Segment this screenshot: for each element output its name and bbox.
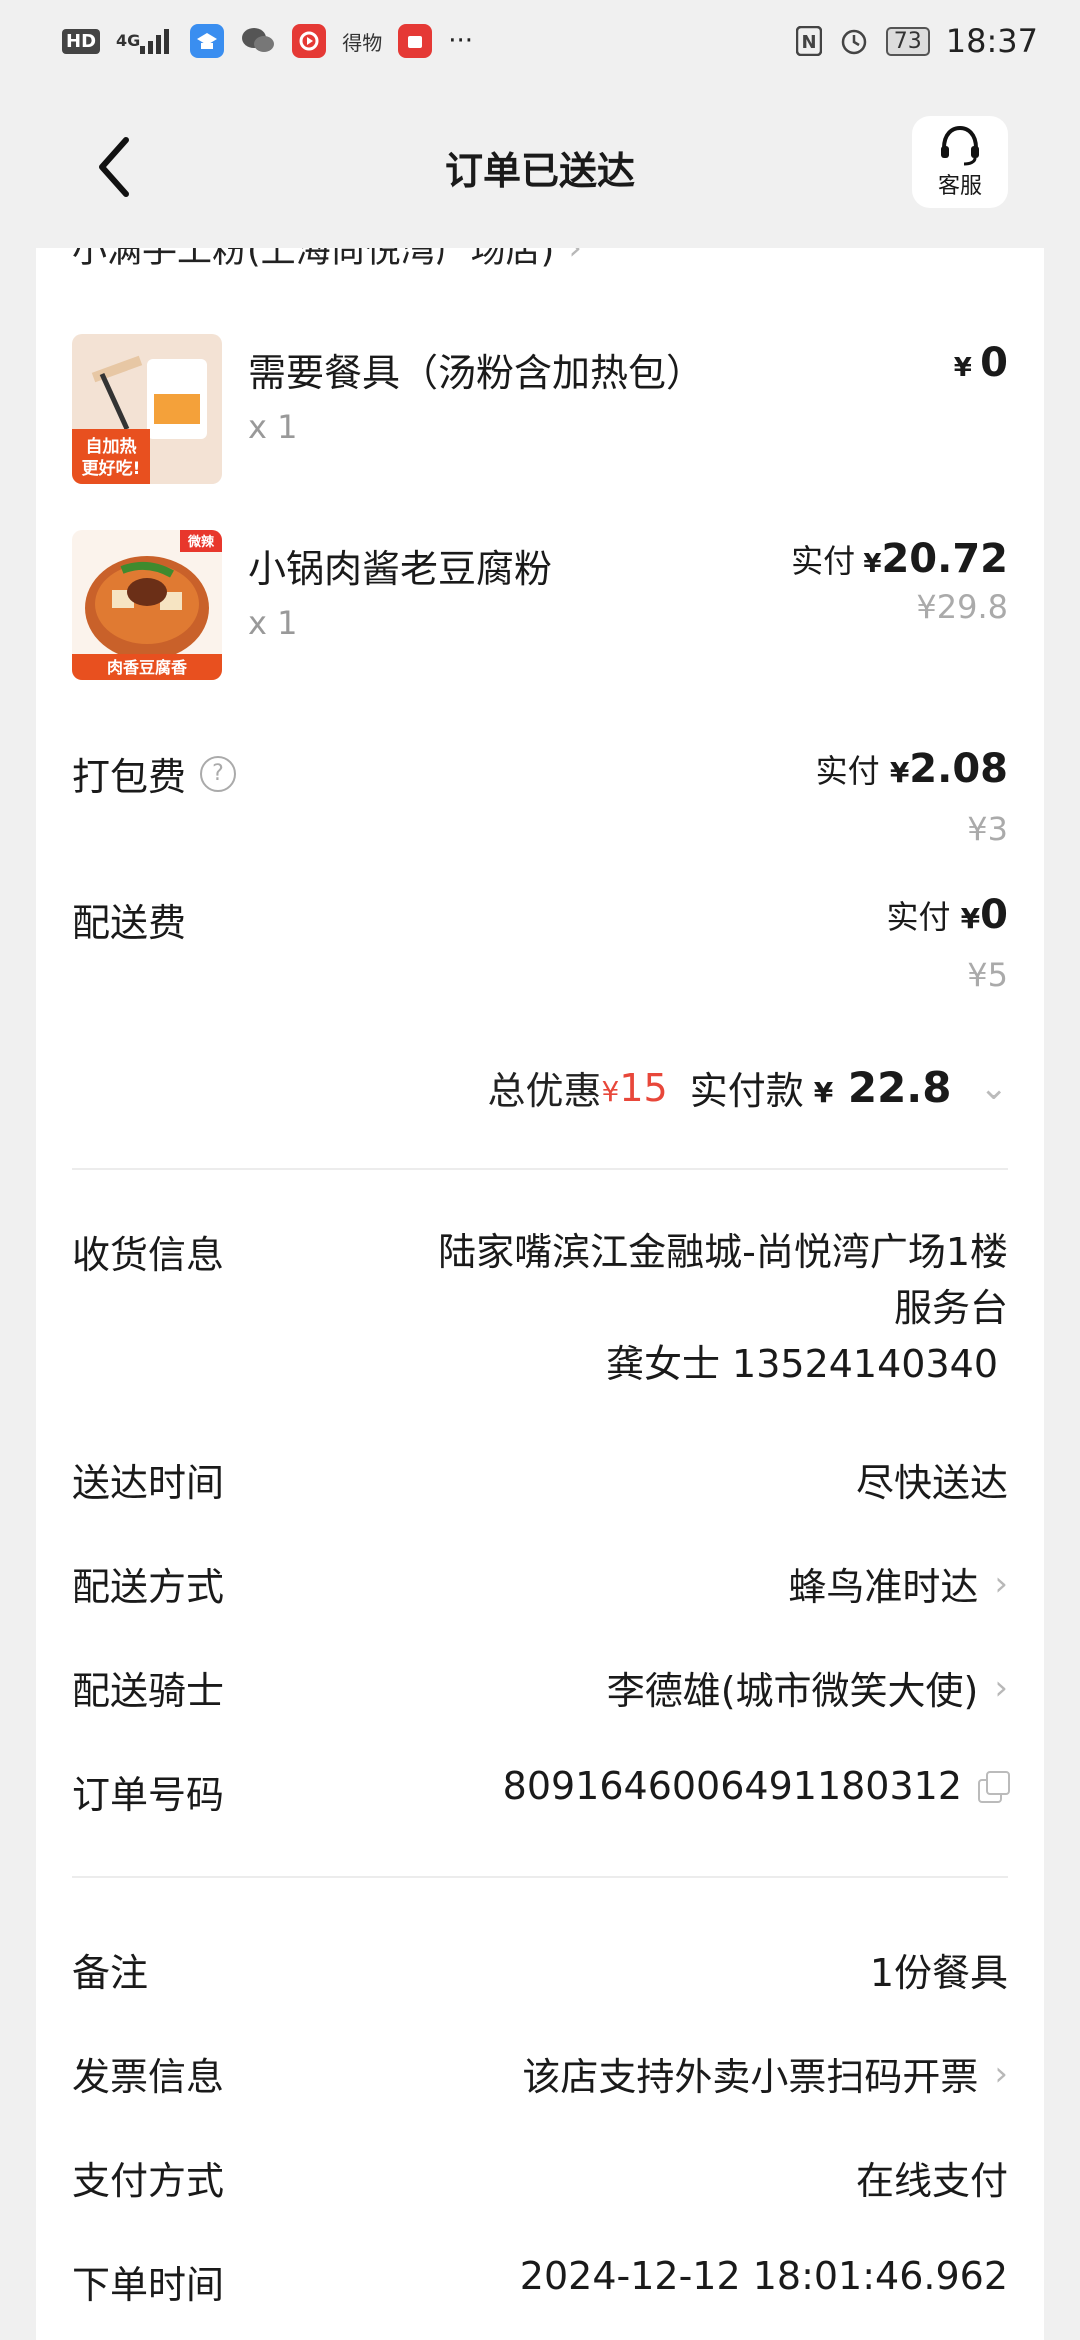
shop-name-link[interactable]: 小满手工粉(上海尚悦湾广场店) ›	[72, 248, 582, 273]
divider	[72, 1876, 1008, 1878]
svg-text:肉香豆腐香: 肉香豆腐香	[107, 658, 188, 677]
shop-name: 小满手工粉(上海尚悦湾广场店)	[72, 248, 555, 271]
currency-symbol: ¥	[889, 756, 910, 789]
packing-fee-paid: 2.08	[909, 746, 1008, 792]
payment-method-value: 在线支付	[855, 2159, 1008, 2203]
hd-icon: HD	[62, 28, 101, 54]
item-price-value: 0	[980, 340, 1008, 386]
clock-time: 18:37	[945, 22, 1038, 60]
payment-method-label: 支付方式	[72, 2159, 225, 2203]
shipping-info-label: 收货信息	[72, 1233, 225, 1277]
help-icon[interactable]: ?	[200, 755, 237, 792]
battery-icon: 73	[885, 26, 930, 56]
delivery-fee-label: 配送费	[72, 901, 187, 945]
delivery-fee-original: ¥5	[967, 956, 1008, 994]
order-total-row[interactable]: 总优惠 ¥15 实付款 ¥ 22.8 ⌄	[488, 1060, 1008, 1115]
total-discount: ¥15	[602, 1066, 668, 1110]
video-app-icon	[292, 24, 327, 58]
status-bar-right: N 73 18:37	[795, 22, 1038, 60]
order-number-label: 订单号码	[72, 1773, 225, 1817]
total-paid-value: 22.8	[847, 1063, 952, 1112]
paid-label: 实付	[886, 898, 951, 936]
page-header: 订单已送达 客服	[0, 96, 1080, 236]
item-name: 小锅肉酱老豆腐粉	[248, 547, 553, 591]
delivery-fee-paid: 0	[980, 892, 1008, 938]
currency-symbol: ¥	[601, 1074, 620, 1108]
item-quantity: x 1	[248, 604, 298, 642]
shopping-app-icon	[398, 24, 433, 58]
address-line: 服务台	[893, 1286, 1008, 1330]
item-price-value: 20.72	[881, 536, 1008, 582]
order-item[interactable]: 自加热 更好吃! 需要餐具（汤粉含加热包） x 1 ¥ 0	[72, 334, 1008, 484]
order-number-value: 8091646006491180312	[502, 1764, 962, 1808]
packing-fee-original: ¥3	[967, 810, 1008, 848]
paid-label: 实付	[791, 542, 856, 580]
customer-service-label: 客服	[937, 174, 982, 199]
order-item[interactable]: 微辣 肉香豆腐香 小锅肉酱老豆腐粉 x 1 实付 ¥20.72 ¥29.8	[72, 530, 1008, 680]
signal-bars-icon	[140, 29, 170, 54]
item-thumbnail: 自加热 更好吃!	[72, 334, 222, 484]
rider-label: 配送骑士	[72, 1669, 225, 1713]
wechat-icon	[240, 26, 276, 56]
customer-service-button[interactable]: 客服	[912, 116, 1008, 208]
headset-icon	[941, 125, 979, 166]
currency-symbol: ¥	[813, 1076, 834, 1109]
original-price: ¥29.8	[916, 588, 1008, 626]
remark-label: 备注	[72, 1951, 149, 1995]
total-discount-value: 15	[619, 1065, 668, 1110]
total-discount-label: 总优惠	[487, 1069, 602, 1113]
chevron-right-icon: ›	[568, 248, 582, 268]
currency-symbol: ¥	[960, 902, 981, 935]
address-line: 陆家嘴滨江金融城-尚悦湾广场1楼	[438, 1230, 1008, 1274]
alarm-icon	[838, 25, 870, 57]
order-time-value: 2024-12-12 18:01:46.962	[519, 2254, 1008, 2298]
nfc-icon: N	[795, 26, 822, 56]
order-detail-card: 小满手工粉(上海尚悦湾广场店) › 自加热 更好吃! 需要餐具（汤粉含加热包） …	[36, 248, 1044, 2340]
item-price: 实付 ¥20.72 ¥29.8	[791, 536, 1008, 626]
delivery-method-value: 蜂鸟准时达	[788, 1565, 979, 1609]
order-time-label: 下单时间	[72, 2263, 225, 2307]
item-name: 需要餐具（汤粉含加热包）	[248, 351, 705, 395]
delivery-time-value: 尽快送达	[855, 1461, 1008, 1505]
svg-text:更好吃!: 更好吃!	[82, 458, 141, 479]
chevron-right-icon: ›	[994, 1667, 1008, 1708]
total-paid-label: 实付款	[689, 1069, 804, 1113]
copy-icon[interactable]	[978, 1771, 1010, 1803]
network-signal-icon: 4G	[116, 28, 174, 54]
delivery-time-label: 送达时间	[72, 1461, 225, 1505]
currency-symbol: ¥	[953, 353, 972, 383]
shipping-address: 陆家嘴滨江金融城-尚悦湾广场1楼 服务台 龚女士 13524140340	[438, 1224, 1008, 1392]
chevron-right-icon: ›	[994, 1563, 1008, 1604]
delivery-method-label: 配送方式	[72, 1565, 225, 1609]
app-notification-icon	[190, 24, 225, 58]
status-bar-left: HD 4G 得物 ···	[62, 24, 473, 58]
item-thumbnail: 微辣 肉香豆腐香	[72, 530, 222, 680]
network-type-label: 4G	[116, 31, 141, 50]
item-quantity: x 1	[248, 408, 298, 446]
svg-text:自加热: 自加热	[86, 436, 137, 457]
currency-symbol: ¥	[863, 549, 882, 579]
total-paid: ¥ 22.8	[814, 1063, 952, 1112]
svg-text:N: N	[801, 32, 816, 53]
divider	[72, 1168, 1008, 1170]
chevron-right-icon: ›	[994, 2053, 1008, 2094]
rider-name: 李德雄(城市微笑大使)	[606, 1669, 979, 1713]
status-bar: HD 4G 得物 ··· N 73 18:37	[0, 0, 1080, 82]
dewu-app-icon: 得物	[342, 30, 383, 55]
item-price: ¥ 0	[954, 340, 1008, 386]
svg-text:微辣: 微辣	[187, 534, 215, 550]
more-notifications-icon: ···	[448, 26, 474, 56]
shipping-info-row: 收货信息 陆家嘴滨江金融城-尚悦湾广场1楼 服务台 龚女士 1352414034…	[72, 1224, 1008, 1404]
invoice-value: 该店支持外卖小票扫码开票	[522, 2055, 979, 2099]
invoice-label: 发票信息	[72, 2055, 225, 2099]
paid-label: 实付	[815, 752, 880, 790]
remark-value: 1份餐具	[869, 1951, 1008, 1995]
packing-fee-label: 打包费	[72, 755, 187, 799]
chevron-down-icon[interactable]: ⌄	[980, 1068, 1009, 1108]
recipient-contact: 龚女士 13524140340	[605, 1342, 998, 1386]
